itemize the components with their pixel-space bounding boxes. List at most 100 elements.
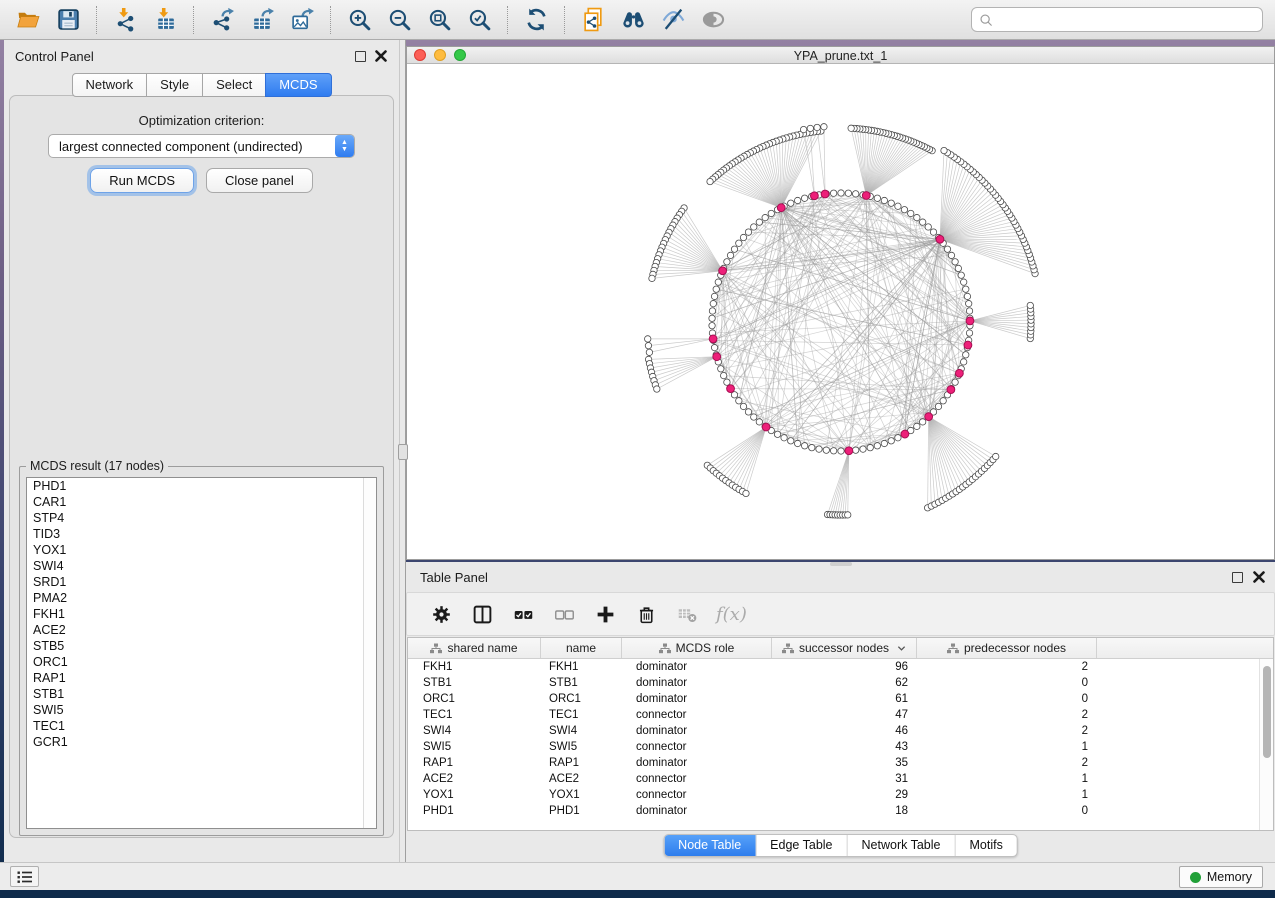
task-history-button[interactable] <box>10 866 39 887</box>
cell-mcds-role[interactable]: connector <box>622 789 772 801</box>
cell-name[interactable]: PHD1 <box>541 805 622 817</box>
open-session-button[interactable] <box>8 3 48 37</box>
table-panel-resize-handle[interactable] <box>830 562 852 566</box>
cell-name[interactable]: SWI4 <box>541 725 622 737</box>
cell-mcds-role[interactable]: dominator <box>622 725 772 737</box>
zoom-selected-button[interactable] <box>459 3 499 37</box>
mcds-list-item[interactable]: PMA2 <box>27 590 376 606</box>
mcds-list-item[interactable]: SRD1 <box>27 574 376 590</box>
save-session-button[interactable] <box>48 3 88 37</box>
mcds-list-item[interactable]: ORC1 <box>27 654 376 670</box>
mcds-list-item[interactable]: SWI5 <box>27 702 376 718</box>
show-eye-button[interactable] <box>693 3 733 37</box>
export-network-button[interactable] <box>202 3 242 37</box>
zoom-out-button[interactable] <box>379 3 419 37</box>
mcds-list-item[interactable]: TEC1 <box>27 718 376 734</box>
cell-mcds-role[interactable]: connector <box>622 709 772 721</box>
cell-name[interactable]: ORC1 <box>541 693 622 705</box>
column-header-successor-nodes[interactable]: successor nodes <box>772 638 917 658</box>
cell-mcds-role[interactable]: connector <box>622 741 772 753</box>
hide-glasses-button[interactable] <box>653 3 693 37</box>
optimization-criterion-dropdown[interactable]: largest connected component (undirected)… <box>48 134 355 158</box>
cell-successor-nodes[interactable]: 62 <box>772 677 917 689</box>
export-image-button[interactable] <box>282 3 322 37</box>
mcds-list-item[interactable]: CAR1 <box>27 494 376 510</box>
cell-successor-nodes[interactable]: 96 <box>772 661 917 673</box>
cell-shared-name[interactable]: RAP1 <box>408 757 541 769</box>
search-network-button[interactable] <box>613 3 653 37</box>
table-row[interactable]: ACE2ACE2connector311 <box>408 771 1273 787</box>
tab-edge-table[interactable]: Edge Table <box>755 835 846 856</box>
cell-name[interactable]: ACE2 <box>541 773 622 785</box>
network-window-titlebar[interactable]: YPA_prune.txt_1 <box>407 47 1274 64</box>
tab-select[interactable]: Select <box>202 73 266 97</box>
cell-name[interactable]: STB1 <box>541 677 622 689</box>
table-row[interactable]: TEC1TEC1connector472 <box>408 707 1273 723</box>
mcds-list-item[interactable]: YOX1 <box>27 542 376 558</box>
cell-successor-nodes[interactable]: 61 <box>772 693 917 705</box>
mcds-list-item[interactable]: RAP1 <box>27 670 376 686</box>
mcds-list-item[interactable]: STP4 <box>27 510 376 526</box>
cell-mcds-role[interactable]: connector <box>622 773 772 785</box>
cell-predecessor-nodes[interactable]: 1 <box>917 741 1097 753</box>
cell-name[interactable]: SWI5 <box>541 741 622 753</box>
search-field[interactable] <box>971 7 1263 32</box>
function-builder-button[interactable]: f(x) <box>716 602 747 626</box>
table-row[interactable]: RAP1RAP1dominator352 <box>408 755 1273 771</box>
unselect-all-columns-button[interactable] <box>552 602 576 626</box>
delete-column-button[interactable] <box>634 602 658 626</box>
mcds-list-item[interactable]: PHD1 <box>27 478 376 494</box>
column-header-mcds-role[interactable]: MCDS role <box>622 638 772 658</box>
table-row[interactable]: ORC1ORC1dominator610 <box>408 691 1273 707</box>
cell-successor-nodes[interactable]: 43 <box>772 741 917 753</box>
cell-shared-name[interactable]: ACE2 <box>408 773 541 785</box>
memory-button[interactable]: Memory <box>1179 866 1263 888</box>
mcds-list-item[interactable]: ACE2 <box>27 622 376 638</box>
cell-predecessor-nodes[interactable]: 1 <box>917 773 1097 785</box>
delete-table-button[interactable] <box>675 602 699 626</box>
cell-shared-name[interactable]: SWI5 <box>408 741 541 753</box>
table-row[interactable]: SWI5SWI5connector431 <box>408 739 1273 755</box>
table-row[interactable]: SWI4SWI4dominator462 <box>408 723 1273 739</box>
cell-name[interactable]: RAP1 <box>541 757 622 769</box>
cell-successor-nodes[interactable]: 47 <box>772 709 917 721</box>
tab-network-table[interactable]: Network Table <box>847 835 955 856</box>
cell-shared-name[interactable]: YOX1 <box>408 789 541 801</box>
cell-predecessor-nodes[interactable]: 2 <box>917 725 1097 737</box>
mcds-list-item[interactable]: TID3 <box>27 526 376 542</box>
mcds-result-list[interactable]: PHD1CAR1STP4TID3YOX1SWI4SRD1PMA2FKH1ACE2… <box>26 477 377 829</box>
mcds-list-item[interactable]: GCR1 <box>27 734 376 750</box>
close-table-panel-icon[interactable] <box>1253 571 1265 583</box>
cell-shared-name[interactable]: PHD1 <box>408 805 541 817</box>
zoom-in-button[interactable] <box>339 3 379 37</box>
table-row[interactable]: FKH1FKH1dominator962 <box>408 659 1273 675</box>
cell-mcds-role[interactable]: dominator <box>622 805 772 817</box>
cell-predecessor-nodes[interactable]: 1 <box>917 789 1097 801</box>
cell-mcds-role[interactable]: dominator <box>622 677 772 689</box>
search-input[interactable] <box>998 13 1262 27</box>
cell-successor-nodes[interactable]: 31 <box>772 773 917 785</box>
float-panel-icon[interactable] <box>355 51 366 62</box>
splitter-handle[interactable] <box>398 444 408 460</box>
cell-mcds-role[interactable]: dominator <box>622 661 772 673</box>
cell-shared-name[interactable]: TEC1 <box>408 709 541 721</box>
cell-predecessor-nodes[interactable]: 0 <box>917 677 1097 689</box>
cell-shared-name[interactable]: ORC1 <box>408 693 541 705</box>
cell-successor-nodes[interactable]: 35 <box>772 757 917 769</box>
tab-motifs[interactable]: Motifs <box>954 835 1016 856</box>
table-scrollbar-thumb[interactable] <box>1263 666 1271 758</box>
tab-mcds[interactable]: MCDS <box>265 73 331 97</box>
cell-successor-nodes[interactable]: 29 <box>772 789 917 801</box>
column-header-name[interactable]: name <box>541 638 622 658</box>
cell-shared-name[interactable]: FKH1 <box>408 661 541 673</box>
cell-mcds-role[interactable]: dominator <box>622 757 772 769</box>
apply-layout-button[interactable] <box>516 3 556 37</box>
table-row[interactable]: STB1STB1dominator620 <box>408 675 1273 691</box>
import-network-button[interactable] <box>105 3 145 37</box>
cell-predecessor-nodes[interactable]: 2 <box>917 661 1097 673</box>
cell-mcds-role[interactable]: dominator <box>622 693 772 705</box>
cell-predecessor-nodes[interactable]: 0 <box>917 693 1097 705</box>
mcds-list-item[interactable]: STB1 <box>27 686 376 702</box>
cell-predecessor-nodes[interactable]: 0 <box>917 805 1097 817</box>
run-mcds-button[interactable]: Run MCDS <box>90 168 194 193</box>
